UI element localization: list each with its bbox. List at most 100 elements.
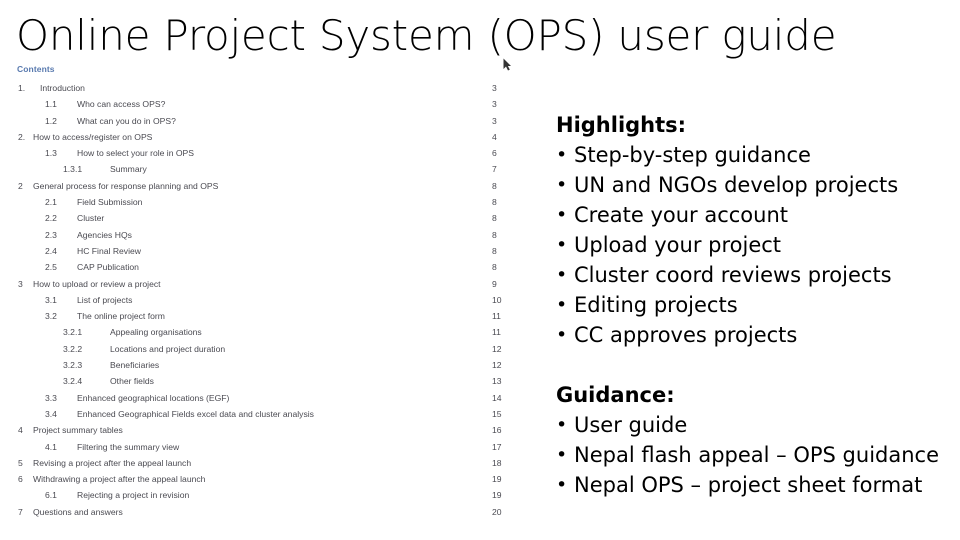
- toc-row-label: Revising a project after the appeal laun…: [33, 457, 192, 468]
- highlight-item: • Create your account: [531, 200, 951, 230]
- toc-row-label: Introduction: [40, 83, 85, 93]
- toc-row-number: 2.4: [45, 245, 57, 256]
- toc-row-number: 3.2.1: [63, 327, 83, 338]
- toc-row-page-number: 4: [492, 131, 497, 142]
- toc-row: 3.4 Enhanced Geographical Fields excel da…: [14, 406, 524, 422]
- toc-row-page-number: 11: [492, 311, 501, 322]
- toc-row-page-number: 8: [492, 229, 497, 240]
- toc-row-label: How to access/register on OPS: [33, 131, 153, 142]
- toc-row-page-number: 11: [492, 327, 501, 338]
- toc-row-number: 6: [18, 474, 23, 485]
- guidance-block: Guidance: • User guide • Nepal flash appeal…: [531, 380, 951, 500]
- highlight-item-label: Step-by-step guidance: [574, 143, 811, 167]
- toc-row-label: Summary: [110, 164, 147, 175]
- bullet-dot-icon: •: [556, 294, 568, 316]
- toc-row-number: 3.1: [45, 294, 57, 305]
- toc-row-label: Enhanced Geographical Fields excel data …: [77, 408, 314, 419]
- bullet-dot-icon: •: [556, 174, 568, 196]
- toc-heading: Contents: [17, 64, 55, 74]
- toc-row: 2. How to access/register on OPS 4: [14, 129, 524, 145]
- highlight-item: • Cluster coord reviews projects: [531, 260, 951, 290]
- mouse-cursor-icon: [503, 58, 511, 71]
- toc-row-page-number: 8: [492, 213, 497, 224]
- toc-row: 2.5 CAP Publication 8: [14, 259, 524, 275]
- toc-row: 3.1 List of projects 10: [14, 292, 524, 308]
- highlight-item-label: Upload your project: [574, 233, 782, 257]
- highlight-item: • Editing projects: [531, 290, 951, 320]
- toc-row-label: Project summary tables: [33, 425, 123, 436]
- toc-row-label: Cluster: [77, 213, 105, 224]
- toc-row: 7 Questions and answers 20: [14, 504, 524, 520]
- toc-row: 6 Withdrawing a project after the appeal …: [14, 471, 524, 487]
- toc-row-page-number: 12: [492, 360, 502, 371]
- highlight-item-label: UN and NGOs develop projects: [574, 173, 899, 197]
- bullet-dot-icon: •: [556, 144, 568, 166]
- toc-row-number: 1.1: [45, 99, 57, 110]
- toc-row: 1.1 Who can access OPS? 3: [14, 96, 524, 112]
- toc-row: 3.2.2 Locations and project duration 12: [14, 341, 524, 357]
- toc-row-page-number: 7: [492, 164, 497, 175]
- toc-row: 2.2 Cluster 8: [14, 210, 524, 226]
- toc-row: 5 Revising a project after the appeal lau…: [14, 455, 524, 471]
- bullet-dot-icon: •: [556, 264, 568, 286]
- right-column: Highlights: • Step-by-step guidance • UN an…: [531, 110, 951, 500]
- toc-row-number: 3.4: [45, 408, 57, 419]
- highlight-item: • Upload your project: [531, 230, 951, 260]
- toc-row-label: Questions and answers: [33, 506, 123, 517]
- toc-row-number: 4.1: [45, 441, 57, 452]
- toc-row-number: 2.5: [45, 262, 57, 273]
- toc-row-number: 3.2.4: [63, 376, 83, 387]
- toc-row: 2.1 Field Submission 8: [14, 194, 524, 210]
- guidance-item: • Nepal OPS – project sheet format: [531, 470, 951, 500]
- toc-row-label: Withdrawing a project after the appeal l…: [33, 474, 206, 485]
- toc-row-label: How to upload or review a project: [33, 278, 161, 289]
- toc-row-label: Filtering the summary view: [77, 441, 180, 452]
- bullet-dot-icon: •: [556, 444, 568, 466]
- toc-row-label: HC Final Review: [77, 245, 141, 256]
- toc-row: 2.3 Agencies HQs 8: [14, 227, 524, 243]
- slide-canvas: Online Project System (OPS) user guide C…: [0, 0, 960, 540]
- toc-row-number: 6.1: [45, 490, 57, 501]
- toc-row-page-number: 6: [492, 148, 497, 159]
- toc-row-label: How to select your role in OPS: [77, 148, 195, 159]
- toc-row-label: Beneficiaries: [110, 360, 160, 371]
- highlight-item: • CC approves projects: [531, 320, 951, 350]
- toc-row: 4.1 Filtering the summary view 17: [14, 439, 524, 455]
- highlight-item-label: Editing projects: [574, 293, 738, 317]
- toc-row-label: Rejecting a project in revision: [77, 490, 190, 501]
- toc-row-page-number: 3: [492, 99, 497, 110]
- toc-row-number: 3.2.3: [63, 360, 83, 371]
- toc-row-label: List of projects: [77, 294, 133, 305]
- bullet-dot-icon: •: [556, 414, 568, 436]
- toc-row-number: 2.: [18, 131, 26, 142]
- toc-row-page-number: 20: [492, 506, 502, 517]
- toc-row-page-number: 8: [492, 197, 497, 208]
- toc-row-number: 3.3: [45, 392, 57, 403]
- bullet-dot-icon: •: [556, 324, 568, 346]
- toc-row: 3.2.4 Other fields 13: [14, 373, 524, 389]
- toc-row-label: Who can access OPS?: [77, 99, 166, 110]
- toc-row-number: 3.2.2: [63, 343, 83, 354]
- bullet-dot-icon: •: [556, 474, 568, 496]
- toc-row-number: 3: [18, 278, 23, 289]
- toc-row: 3.2.3 Beneficiaries 12: [14, 357, 524, 373]
- highlight-item-label: CC approves projects: [574, 323, 798, 347]
- toc-row-label: Locations and project duration: [110, 343, 226, 354]
- toc-row-number: 1.3.1: [63, 164, 83, 175]
- toc-row-number: 5: [18, 457, 23, 468]
- toc-row-number: 4: [18, 425, 23, 436]
- highlights-block: Highlights: • Step-by-step guidance • UN an…: [531, 110, 951, 350]
- toc-row-label: General process for response planning an…: [33, 180, 219, 191]
- toc-row-label: Enhanced geographical locations (EGF): [77, 392, 230, 403]
- guidance-item-label: User guide: [574, 413, 688, 437]
- toc-row: 4 Project summary tables 16: [14, 422, 524, 438]
- guidance-title: Guidance:: [556, 383, 675, 407]
- toc-row: 6.1 Rejecting a project in revision 19: [14, 487, 524, 503]
- toc-row-number: 2.2: [45, 213, 57, 224]
- highlight-item: • Step-by-step guidance: [531, 140, 951, 170]
- toc-row: 1. Introduction 3: [14, 80, 524, 96]
- toc-row-page-number: 16: [492, 425, 502, 436]
- toc-row-label: Other fields: [110, 376, 154, 387]
- toc-row-label: CAP Publication: [77, 262, 139, 273]
- guidance-item: • Nepal flash appeal – OPS guidance: [531, 440, 951, 470]
